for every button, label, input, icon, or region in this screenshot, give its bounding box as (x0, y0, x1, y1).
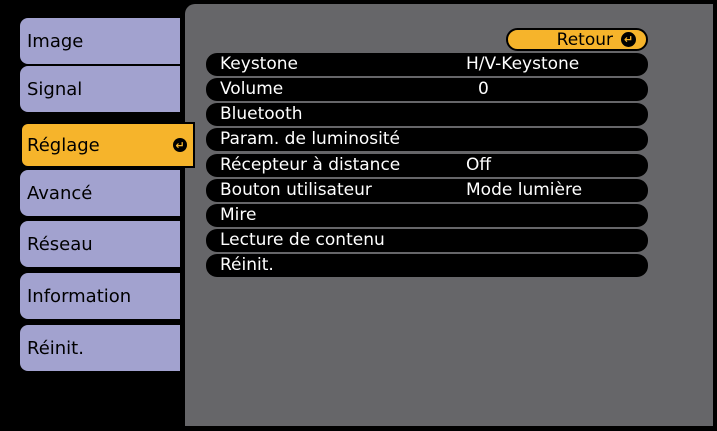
sidebar-item-label: Signal (27, 78, 83, 100)
setting-value: H/V-Keystone (466, 54, 580, 74)
setting-name: Bluetooth (220, 104, 303, 124)
setting-value: 0 (478, 79, 489, 99)
sidebar-item-avance[interactable]: Avancé (20, 170, 180, 216)
setting-name: Bouton utilisateur (220, 180, 372, 200)
setting-row-luminosite[interactable]: Param. de luminosité (206, 128, 648, 151)
sidebar-item-image[interactable]: Image (20, 18, 180, 64)
sidebar-item-label: Avancé (27, 182, 93, 204)
setting-value: Mode lumière (466, 180, 583, 200)
setting-row-bouton-utilisateur[interactable]: Bouton utilisateur Mode lumière (206, 179, 648, 202)
sidebar-item-label: Réseau (27, 233, 93, 255)
setting-name: Mire (220, 205, 257, 225)
setting-name: Réinit. (220, 255, 274, 275)
sidebar-item-reglage[interactable]: Réglage ↵ (20, 122, 195, 168)
setting-row-keystone[interactable]: Keystone H/V-Keystone (206, 53, 648, 76)
sidebar-item-reinit[interactable]: Réinit. (20, 325, 180, 371)
setting-name: Keystone (220, 54, 298, 74)
back-button[interactable]: Retour ↵ (506, 28, 648, 51)
sidebar-item-label: Image (27, 30, 84, 52)
setting-row-lecture-contenu[interactable]: Lecture de contenu (206, 229, 648, 252)
enter-icon: ↵ (621, 32, 636, 47)
sidebar-item-label: Réglage (27, 134, 100, 156)
setting-name: Volume (220, 79, 284, 99)
enter-icon: ↵ (173, 138, 187, 152)
setting-row-bluetooth[interactable]: Bluetooth (206, 103, 648, 126)
sidebar-item-reseau[interactable]: Réseau (20, 221, 180, 267)
sidebar-item-information[interactable]: Information (20, 273, 180, 319)
projector-osd: Image Signal Réglage ↵ Avancé Réseau Inf… (0, 0, 717, 431)
sidebar-item-label: Réinit. (27, 337, 84, 359)
setting-value: Off (466, 155, 492, 175)
sidebar-item-signal[interactable]: Signal (20, 66, 180, 112)
setting-row-reinit[interactable]: Réinit. (206, 254, 648, 277)
setting-row-mire[interactable]: Mire (206, 204, 648, 227)
sidebar-item-label: Information (27, 285, 132, 307)
setting-name: Lecture de contenu (220, 230, 385, 250)
setting-row-recepteur[interactable]: Récepteur à distance Off (206, 154, 648, 177)
setting-name: Récepteur à distance (220, 155, 401, 175)
back-button-label: Retour (556, 29, 613, 50)
setting-name: Param. de luminosité (220, 129, 400, 149)
setting-row-volume[interactable]: Volume 0 (206, 78, 648, 101)
